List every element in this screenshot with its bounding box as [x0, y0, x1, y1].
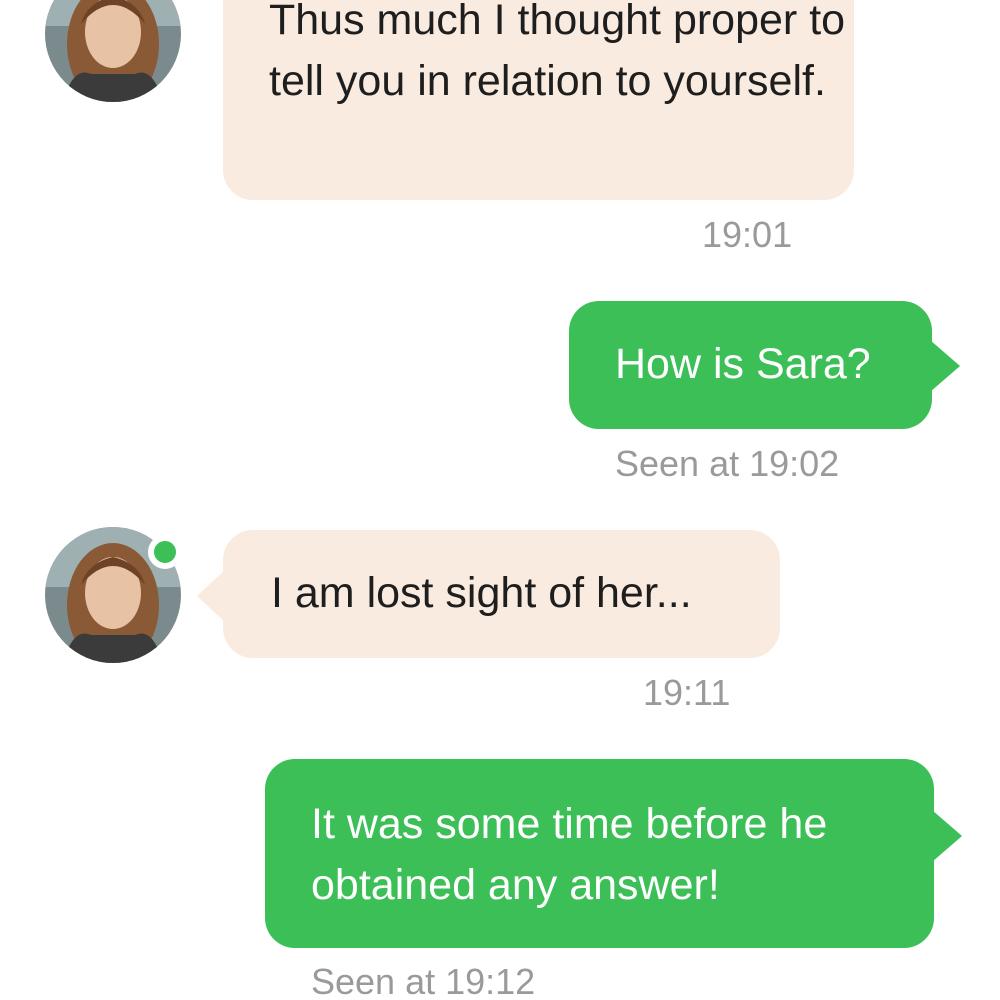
- message-text: I am lost sight of her...: [271, 569, 692, 617]
- incoming-message-bubble[interactable]: Thus much I thought proper to tell you i…: [223, 0, 854, 200]
- outgoing-message-bubble[interactable]: How is Sara?: [569, 301, 932, 429]
- message-text: How is Sara?: [615, 340, 871, 388]
- bubble-tail: [932, 810, 962, 862]
- message-timestamp: 19:01: [702, 214, 793, 255]
- bubble-tail: [930, 340, 960, 392]
- chat-thread[interactable]: Thus much I thought proper to tell you i…: [0, 0, 1000, 1000]
- message-timestamp: 19:11: [643, 672, 731, 713]
- incoming-message-bubble[interactable]: I am lost sight of her...: [223, 530, 780, 658]
- message-seen-status: Seen at 19:02: [615, 443, 840, 484]
- outgoing-message-bubble[interactable]: It was some time before he obtained any …: [265, 759, 934, 948]
- online-status-icon: [148, 535, 182, 569]
- message-seen-status: Seen at 19:12: [311, 961, 536, 1000]
- message-text: Thus much I thought proper to tell you i…: [269, 0, 846, 105]
- message-text: It was some time before he obtained any …: [311, 800, 828, 909]
- contact-avatar-icon[interactable]: [45, 0, 181, 102]
- bubble-tail: [197, 570, 225, 622]
